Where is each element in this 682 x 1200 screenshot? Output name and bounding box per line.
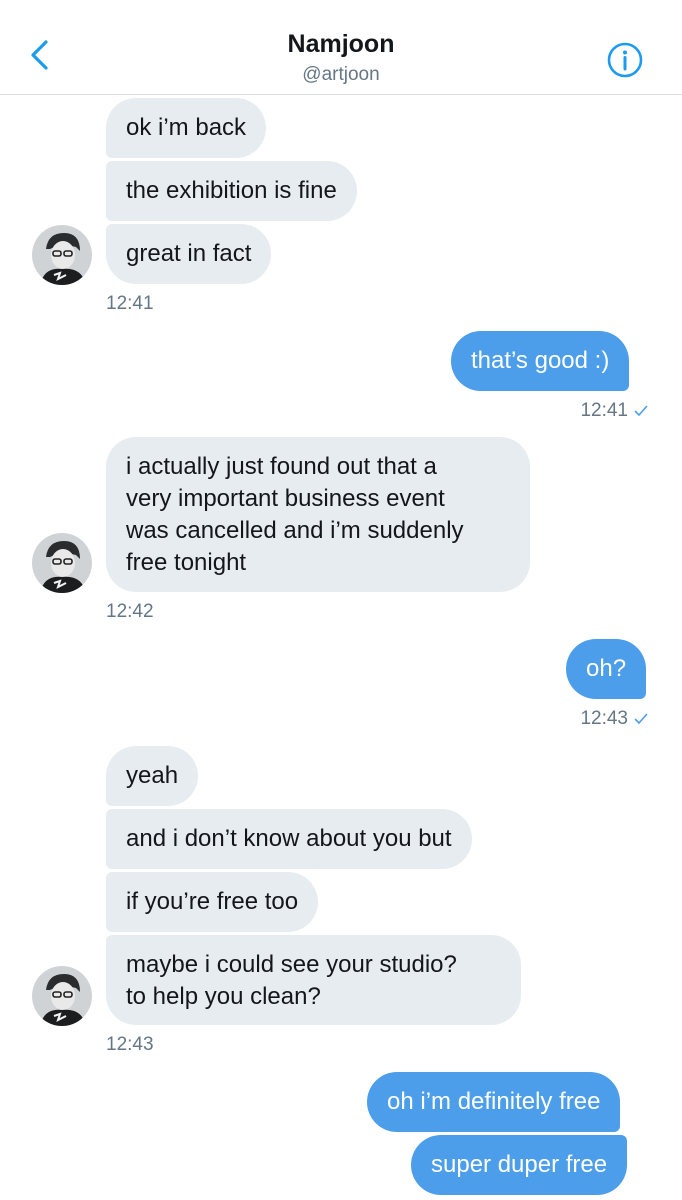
avatar[interactable] <box>32 966 92 1026</box>
message-bubble-incoming[interactable]: maybe i could see your studio? to help y… <box>106 935 521 1025</box>
message-bubble-incoming[interactable]: if you’re free too <box>106 872 319 932</box>
info-button[interactable] <box>605 41 645 81</box>
message-timestamp: 12:42 <box>106 601 154 622</box>
message-bubble-incoming[interactable]: yeah <box>106 746 199 806</box>
message-bubble-incoming[interactable]: great in fact <box>106 224 272 284</box>
message-line: to help you clean? <box>126 983 321 1010</box>
message-bubble-outgoing[interactable]: oh i’m definitely free <box>367 1072 621 1132</box>
message-bubble-outgoing[interactable]: super duper free <box>411 1135 628 1195</box>
message-timestamp-row: 12:43 <box>520 708 648 730</box>
info-icon <box>607 42 643 78</box>
message-timestamp: 12:43 <box>106 1034 154 1055</box>
avatar-image <box>32 225 92 285</box>
read-check-icon <box>634 713 648 724</box>
message-bubble-outgoing[interactable]: that’s good :) <box>451 331 630 391</box>
message-line: maybe i could see your studio? <box>126 951 457 978</box>
message-timestamp-row: 12:41 <box>520 400 648 422</box>
message-timestamp: 12:43 <box>580 708 628 729</box>
message-line: very important business event <box>126 485 445 512</box>
message-line: was cancelled and i’m suddenly <box>126 517 464 544</box>
message-timestamp: 12:41 <box>106 293 154 314</box>
message-bubble-incoming[interactable]: i actually just found out that a very im… <box>106 437 530 592</box>
message-line: free tonight <box>126 549 247 576</box>
message-timestamp: 12:41 <box>580 400 628 421</box>
avatar[interactable] <box>32 533 92 593</box>
message-bubble-incoming[interactable]: and i don’t know about you but <box>106 809 472 869</box>
message-bubble-incoming[interactable]: ok i’m back <box>106 98 267 158</box>
read-check-icon <box>634 405 648 416</box>
avatar[interactable] <box>32 225 92 285</box>
message-line: i actually just found out that a <box>126 453 437 480</box>
message-bubble-incoming[interactable]: the exhibition is fine <box>106 161 357 221</box>
conversation-header: Namjoon @artjoon <box>0 0 682 95</box>
message-bubble-outgoing[interactable]: oh? <box>566 639 647 699</box>
contact-handle[interactable]: @artjoon <box>0 64 682 86</box>
avatar-image <box>32 533 92 593</box>
avatar-image <box>32 966 92 1026</box>
contact-name[interactable]: Namjoon <box>0 30 682 59</box>
